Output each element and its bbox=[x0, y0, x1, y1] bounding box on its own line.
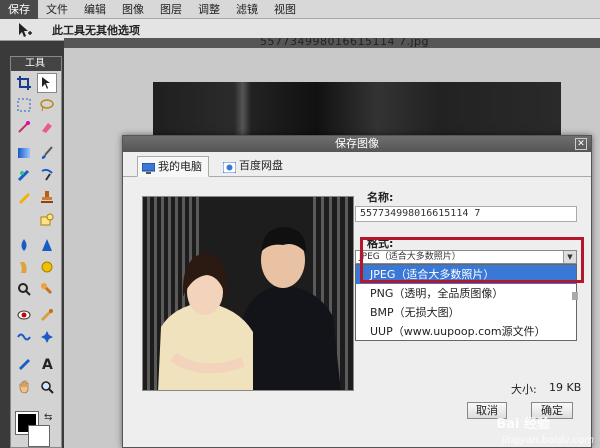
menu-view[interactable]: 视图 bbox=[266, 0, 304, 19]
filename-input[interactable]: 557734998016615114 7 bbox=[355, 206, 577, 222]
cloud-disk-icon bbox=[222, 160, 237, 174]
menu-edit[interactable]: 编辑 bbox=[76, 0, 114, 19]
format-option-bmp[interactable]: BMP（无损大图） bbox=[356, 303, 576, 322]
magnifier-icon[interactable] bbox=[37, 377, 57, 397]
eraser-icon[interactable] bbox=[37, 117, 57, 137]
magic-wand-icon[interactable] bbox=[14, 117, 34, 137]
transform-icon[interactable] bbox=[37, 327, 57, 347]
dialog-title-bar: 保存图像 ✕ bbox=[123, 136, 591, 152]
zoom-icon[interactable] bbox=[14, 279, 34, 299]
liquify-icon[interactable] bbox=[14, 327, 34, 347]
document-tab[interactable]: 557734998016615114 7.jpg bbox=[64, 38, 600, 48]
menu-file[interactable]: 文件 bbox=[38, 0, 76, 19]
menu-save[interactable]: 保存 bbox=[0, 0, 38, 19]
swap-colors-icon[interactable]: ⇆ bbox=[44, 412, 52, 423]
tool-options-text: 此工具无其他选项 bbox=[52, 24, 140, 37]
dodge-icon[interactable] bbox=[37, 279, 57, 299]
pencil-icon[interactable] bbox=[14, 187, 34, 207]
size-label: 大小: bbox=[511, 383, 537, 396]
baidu-jingyan-logo: Bai 经验 bbox=[496, 417, 550, 432]
size-value: 19 KB bbox=[549, 381, 582, 394]
marquee-icon[interactable] bbox=[14, 95, 34, 115]
menu-bar: 保存 文件 编辑 图像 图层 调整 滤镜 视图 bbox=[0, 0, 600, 19]
tab-baidu-pan-label: 百度网盘 bbox=[239, 159, 283, 172]
close-icon[interactable]: ✕ bbox=[575, 138, 587, 150]
menu-adjust[interactable]: 调整 bbox=[190, 0, 228, 19]
heal-icon[interactable] bbox=[14, 165, 34, 185]
computer-icon bbox=[141, 161, 156, 174]
burn-icon[interactable] bbox=[37, 305, 57, 325]
image-preview bbox=[142, 196, 354, 391]
hand-icon[interactable] bbox=[14, 377, 34, 397]
stamp-icon[interactable] bbox=[37, 187, 57, 207]
text-icon[interactable]: A bbox=[37, 353, 57, 373]
scrollbar-handle[interactable] bbox=[572, 292, 578, 300]
menu-filter[interactable]: 滤镜 bbox=[228, 0, 266, 19]
blur-icon[interactable] bbox=[14, 235, 34, 255]
clone-icon[interactable] bbox=[37, 165, 57, 185]
format-highlight-box bbox=[360, 237, 584, 283]
gradient-icon[interactable] bbox=[14, 143, 34, 163]
app-window: 保存 文件 编辑 图像 图层 调整 滤镜 视图 此工具无其他选项 5577349… bbox=[0, 0, 600, 448]
dialog-title: 保存图像 bbox=[335, 137, 379, 150]
svg-text:A: A bbox=[42, 357, 53, 370]
name-label: 名称: bbox=[367, 191, 394, 204]
brush-icon[interactable] bbox=[37, 143, 57, 163]
red-eye-icon[interactable] bbox=[14, 305, 34, 325]
format-option-uup[interactable]: UUP（www.uupoop.com源文件） bbox=[356, 322, 576, 341]
tools-panel-title: 工具 bbox=[11, 57, 61, 71]
tab-my-computer[interactable]: 我的电脑 bbox=[137, 156, 209, 177]
canvas-image[interactable] bbox=[153, 82, 561, 140]
move-tool-icon bbox=[16, 22, 32, 38]
tab-my-computer-label: 我的电脑 bbox=[158, 160, 202, 173]
background-color-swatch[interactable] bbox=[28, 425, 50, 447]
save-image-dialog: 保存图像 ✕ 我的电脑 百度网盘 名称: 557734998016615114 … bbox=[122, 135, 592, 448]
move-icon[interactable] bbox=[37, 73, 57, 93]
lasso-icon[interactable] bbox=[37, 95, 57, 115]
shape-icon[interactable] bbox=[37, 209, 57, 229]
smudge-icon[interactable] bbox=[14, 257, 34, 277]
tools-panel: 工具 A ⇆ bbox=[10, 56, 62, 448]
watermark-text: jingyan.baidu.com bbox=[501, 435, 594, 446]
sharpen-icon[interactable] bbox=[37, 235, 57, 255]
tab-baidu-pan[interactable]: 百度网盘 bbox=[219, 156, 289, 177]
format-option-png[interactable]: PNG（透明，全品质图像） bbox=[356, 284, 576, 303]
pen-icon[interactable] bbox=[14, 353, 34, 373]
menu-layer[interactable]: 图层 bbox=[152, 0, 190, 19]
crop-icon[interactable] bbox=[14, 73, 34, 93]
sponge-icon[interactable] bbox=[37, 257, 57, 277]
dialog-tab-bar: 我的电脑 百度网盘 bbox=[123, 152, 591, 177]
document-title: 557734998016615114 7.jpg bbox=[260, 38, 429, 48]
menu-image[interactable]: 图像 bbox=[114, 0, 152, 19]
